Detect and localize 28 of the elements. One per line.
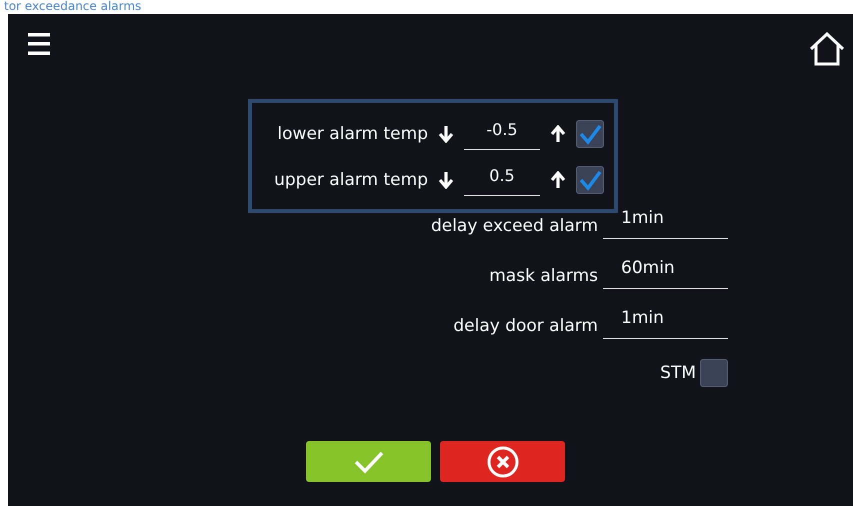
home-icon[interactable] (809, 32, 845, 66)
setting-label: delay door alarm (453, 316, 598, 336)
checkmark-icon (354, 450, 384, 474)
decrease-button[interactable] (438, 171, 454, 189)
value-field[interactable]: 1min (603, 207, 728, 239)
arrow-down-icon (438, 125, 454, 143)
checkbox[interactable] (700, 359, 728, 387)
setting-label: mask alarms (489, 266, 598, 286)
arrow-up-icon (550, 125, 566, 143)
arrow-up-icon (550, 171, 566, 189)
cancel-button[interactable] (440, 441, 565, 482)
value-field[interactable]: 0.5 (464, 164, 540, 196)
decrease-button[interactable] (438, 125, 454, 143)
menu-icon[interactable] (28, 32, 50, 56)
setting-label: lower alarm temp (276, 124, 428, 144)
page-heading: tor exceedance alarms (3, 0, 142, 14)
arrow-down-icon (438, 171, 454, 189)
close-icon (486, 446, 518, 478)
setting-label: upper alarm temp (273, 170, 428, 190)
checkbox[interactable] (576, 120, 604, 148)
value-field[interactable]: -0.5 (464, 118, 540, 150)
stm-label: STM (660, 363, 696, 383)
increase-button[interactable] (550, 171, 566, 189)
checkbox[interactable] (576, 166, 604, 194)
setting-label: delay exceed alarm (430, 216, 598, 236)
value-field[interactable]: 60min (603, 257, 728, 289)
value-field[interactable]: 1min (603, 307, 728, 339)
increase-button[interactable] (550, 125, 566, 143)
